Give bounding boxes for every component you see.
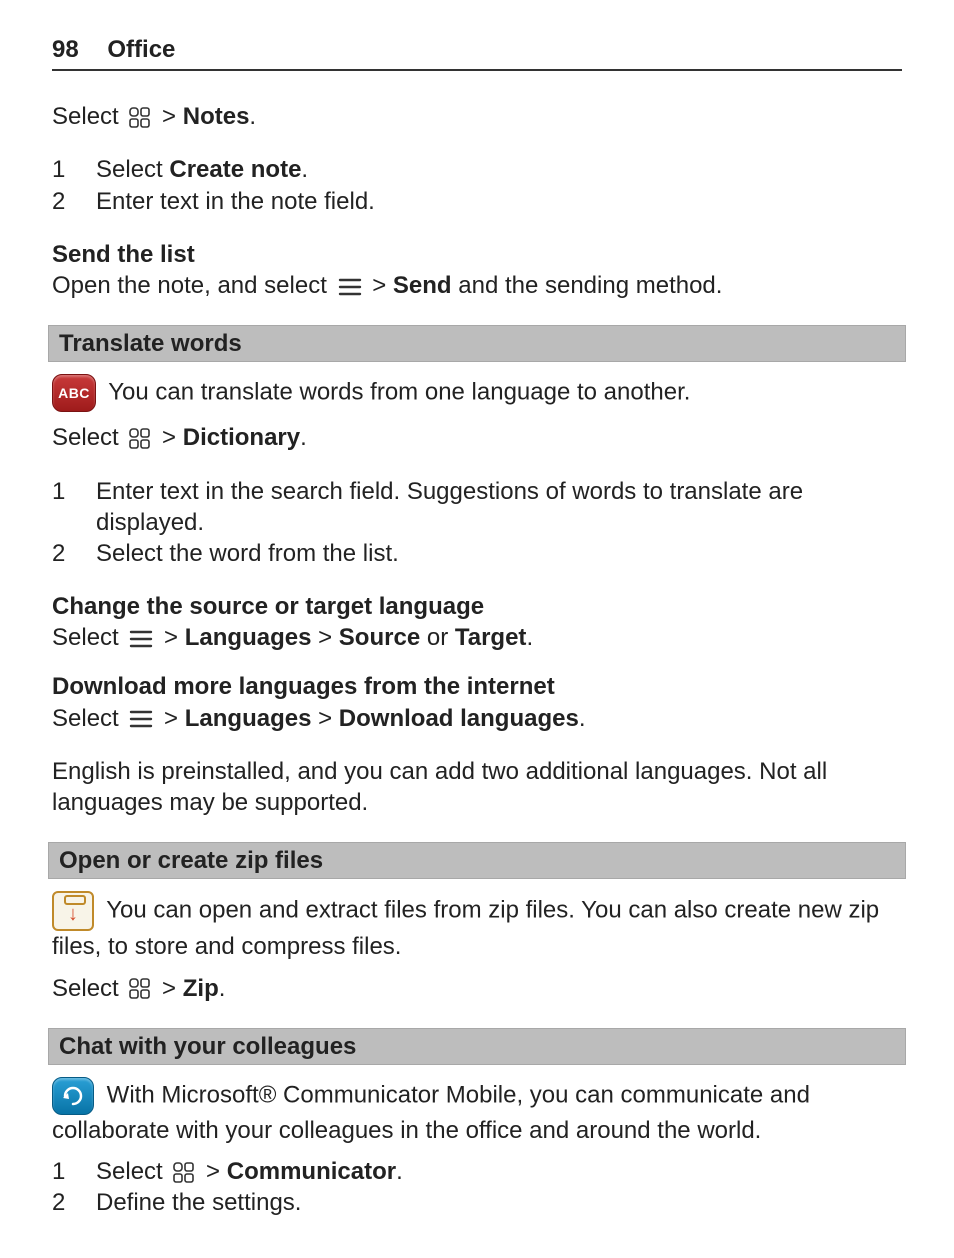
- manual-page: 98 Office Select > Notes. 1 Select Creat…: [0, 0, 954, 1219]
- text-bold: Communicator: [227, 1158, 396, 1185]
- text: Select: [52, 975, 125, 1002]
- change-lang-line: Select > Languages > Source or Target.: [52, 622, 902, 653]
- apps-grid-icon: [173, 1162, 195, 1184]
- text-bold: Create note: [169, 156, 301, 183]
- text: Select: [52, 705, 125, 732]
- text: or: [420, 624, 455, 651]
- page-number: 98: [52, 36, 79, 63]
- dict-select-line: Select > Dictionary.: [52, 422, 902, 453]
- text: >: [164, 624, 185, 651]
- text-bold: Languages: [185, 624, 312, 651]
- text: Select: [52, 424, 125, 451]
- zip-icon: ↓: [52, 891, 94, 931]
- notes-steps: 1 Select Create note. 2 Enter text in th…: [52, 154, 902, 216]
- change-lang-heading: Change the source or target language: [52, 591, 902, 622]
- text-bold: Languages: [185, 705, 312, 732]
- step-number: 1: [52, 154, 96, 185]
- text: >: [162, 424, 183, 451]
- text: Select: [96, 156, 169, 183]
- text: .: [579, 705, 586, 732]
- step-text: Enter text in the note field.: [96, 186, 375, 217]
- text: >: [311, 624, 338, 651]
- notes-label: Notes: [183, 103, 250, 130]
- step-text: Select Create note.: [96, 154, 308, 185]
- list-item: 2 Select the word from the list.: [52, 538, 902, 569]
- text: Select: [52, 624, 125, 651]
- text: >: [206, 1158, 227, 1185]
- download-heading: Download more languages from the interne…: [52, 671, 902, 702]
- text: With Microsoft® Communicator Mobile, you…: [52, 1081, 810, 1144]
- text: and the sending method.: [452, 272, 723, 299]
- apps-grid-icon: [129, 107, 151, 129]
- text: >: [162, 103, 183, 130]
- step-text: Define the settings.: [96, 1187, 301, 1218]
- step-number: 2: [52, 186, 96, 217]
- text: You can open and extract files from zip …: [52, 897, 879, 961]
- text: >: [372, 272, 393, 299]
- translate-steps: 1 Enter text in the search field. Sugges…: [52, 476, 902, 570]
- text-bold: Target: [455, 624, 527, 651]
- text: You can translate words from one languag…: [108, 379, 690, 406]
- text: >: [311, 705, 338, 732]
- dictionary-label: Dictionary: [183, 424, 300, 451]
- translate-intro: ABC You can translate words from one lan…: [52, 374, 902, 412]
- text: Select: [52, 103, 125, 130]
- text-bold: Download languages: [339, 705, 579, 732]
- text: .: [219, 975, 226, 1002]
- chat-steps: 1 Select > Communicator. 2 Define the se…: [52, 1156, 902, 1218]
- page-header: 98 Office: [52, 34, 902, 71]
- apps-grid-icon: [129, 428, 151, 450]
- text: .: [249, 103, 256, 130]
- list-item: 1 Select > Communicator.: [52, 1156, 902, 1187]
- send-line: Open the note, and select > Send and the…: [52, 270, 902, 301]
- text: .: [301, 156, 308, 183]
- text-bold: Send: [393, 272, 452, 299]
- step-number: 2: [52, 1187, 96, 1218]
- abc-icon: ABC: [52, 374, 96, 412]
- menu-icon: [338, 276, 362, 298]
- text: Open the note, and select: [52, 272, 334, 299]
- text: .: [396, 1158, 403, 1185]
- zip-label: Zip: [183, 975, 219, 1002]
- section-chat: Chat with your colleagues: [48, 1028, 906, 1065]
- step-text: Select > Communicator.: [96, 1156, 403, 1187]
- step-text: Select the word from the list.: [96, 538, 399, 569]
- step-number: 1: [52, 476, 96, 507]
- step-number: 2: [52, 538, 96, 569]
- zip-select-line: Select > Zip.: [52, 973, 902, 1004]
- text: >: [164, 705, 185, 732]
- list-item: 1 Select Create note.: [52, 154, 902, 185]
- text: .: [300, 424, 307, 451]
- translate-note: English is preinstalled, and you can add…: [52, 756, 902, 818]
- zip-intro: ↓ You can open and extract files from zi…: [52, 891, 902, 962]
- step-text: Enter text in the search field. Suggesti…: [96, 476, 902, 538]
- send-heading: Send the list: [52, 239, 902, 270]
- section-zip: Open or create zip files: [48, 842, 906, 879]
- list-item: 1 Enter text in the search field. Sugges…: [52, 476, 902, 538]
- text: .: [526, 624, 533, 651]
- page-title: Office: [107, 36, 175, 63]
- text: Select: [96, 1158, 169, 1185]
- download-line: Select > Languages > Download languages.: [52, 703, 902, 734]
- step-number: 1: [52, 1156, 96, 1187]
- chat-icon: [52, 1077, 94, 1115]
- text-bold: Source: [339, 624, 420, 651]
- section-translate: Translate words: [48, 325, 906, 362]
- list-item: 2 Define the settings.: [52, 1187, 902, 1218]
- notes-select-line: Select > Notes.: [52, 101, 902, 132]
- chat-intro: With Microsoft® Communicator Mobile, you…: [52, 1077, 902, 1146]
- text: >: [162, 975, 183, 1002]
- apps-grid-icon: [129, 978, 151, 1000]
- menu-icon: [129, 708, 153, 730]
- menu-icon: [129, 628, 153, 650]
- list-item: 2 Enter text in the note field.: [52, 186, 902, 217]
